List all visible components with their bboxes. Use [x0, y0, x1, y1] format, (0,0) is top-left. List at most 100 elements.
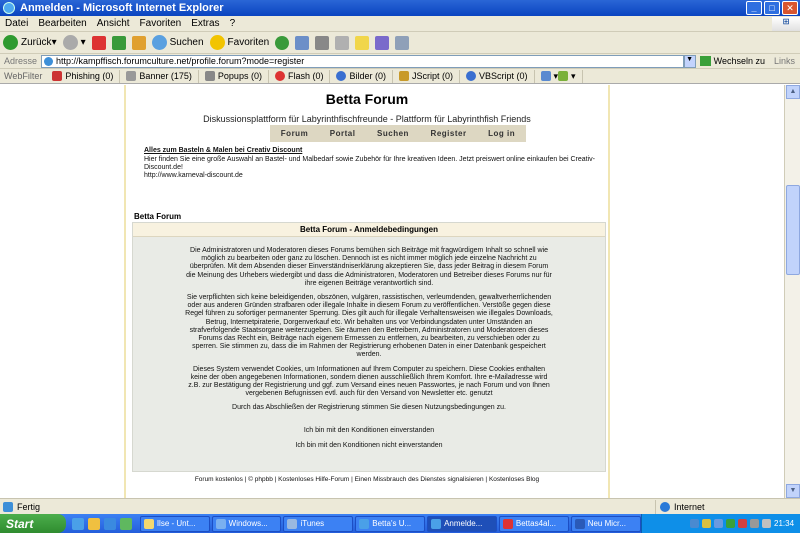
nav-portal[interactable]: Portal: [330, 129, 356, 138]
footer-link[interactable]: Einen Missbrauch des Dienstes signalisie…: [355, 476, 484, 483]
task-item-active[interactable]: Anmelde...: [427, 515, 497, 532]
vertical-scrollbar[interactable]: ▲ ▼: [784, 85, 800, 498]
research-icon[interactable]: [395, 35, 410, 50]
go-label: Wechseln zu: [713, 56, 765, 66]
links-button[interactable]: Links: [769, 56, 800, 66]
filter-jscript[interactable]: JScript (0): [393, 69, 460, 83]
favorites-button[interactable]: Favoriten: [207, 33, 273, 53]
go-button[interactable]: Wechseln zu: [696, 56, 769, 66]
ad-text: Hier finden Sie eine große Auswahl an Ba…: [144, 156, 595, 171]
messenger-icon[interactable]: [375, 35, 390, 50]
task-label: Windows...: [228, 519, 268, 528]
address-label: Adresse: [4, 56, 38, 66]
image-icon: [336, 71, 347, 81]
address-input[interactable]: http://kampffisch.forumculture.net/profi…: [41, 54, 684, 68]
tray-icon[interactable]: [714, 519, 724, 528]
ie-quick-icon[interactable]: [103, 517, 116, 530]
tray-icon[interactable]: [702, 519, 712, 528]
list-icon: [558, 71, 569, 81]
tray-icon[interactable]: [690, 519, 700, 528]
maximize-button[interactable]: □: [764, 1, 780, 15]
nav-login[interactable]: Log in: [488, 129, 515, 138]
agree-link[interactable]: Ich bin mit den Konditionen einverstande…: [133, 427, 605, 434]
ad-heading[interactable]: Alles zum Basteln & Malen bei Creativ Di…: [144, 147, 606, 155]
search-button[interactable]: Suchen: [149, 33, 207, 53]
edit-icon[interactable]: [335, 35, 350, 50]
footer-link[interactable]: Kostenloses Hilfe-Forum: [278, 476, 349, 483]
nav-register[interactable]: Register: [431, 129, 467, 138]
nav-forum[interactable]: Forum: [281, 129, 308, 138]
explorer-icon[interactable]: [87, 517, 100, 530]
back-arrow-icon: [3, 35, 18, 50]
scroll-down-icon[interactable]: ▼: [786, 484, 800, 498]
terms-title: Betta Forum - Anmeldebedingungen: [133, 223, 605, 237]
task-label: Betta's U...: [372, 519, 412, 528]
filter-vbscript[interactable]: VBScript (0): [460, 69, 535, 83]
script-icon: [398, 71, 409, 81]
media-icon[interactable]: [119, 517, 132, 530]
section-label[interactable]: Betta Forum: [134, 212, 181, 221]
task-item[interactable]: Windows...: [211, 515, 282, 532]
page-icon: [3, 501, 13, 512]
speaker-icon[interactable]: [750, 519, 760, 528]
nav-search[interactable]: Suchen: [377, 129, 409, 138]
itunes-icon: [287, 518, 298, 529]
favorites-label: Favoriten: [227, 37, 270, 48]
forward-button[interactable]: ▾: [60, 33, 89, 53]
home-icon[interactable]: [131, 35, 146, 50]
task-item[interactable]: Bettas4al...: [498, 515, 569, 532]
network-icon[interactable]: [762, 519, 772, 528]
desktop-icon[interactable]: [71, 517, 84, 530]
menu-ansicht[interactable]: Ansicht: [92, 18, 135, 29]
task-item[interactable]: iTunes: [283, 515, 354, 532]
filter-popups[interactable]: Popups (0): [199, 69, 269, 83]
menu-bearbeiten[interactable]: Bearbeiten: [33, 18, 91, 29]
filter-bilder[interactable]: Bilder (0): [330, 69, 393, 83]
discuss-icon[interactable]: [355, 35, 370, 50]
print-icon[interactable]: [315, 35, 330, 50]
history-icon[interactable]: [275, 35, 290, 50]
scroll-up-icon[interactable]: ▲: [786, 85, 800, 99]
filter-label: Banner (175): [139, 71, 192, 81]
footer-link[interactable]: Forum kostenlos: [195, 476, 243, 483]
footer-link[interactable]: © phpbb: [248, 476, 273, 483]
disagree-link[interactable]: Ich bin mit den Konditionen nicht einver…: [133, 442, 605, 449]
scroll-thumb[interactable]: [786, 185, 800, 275]
clock[interactable]: 21:34: [774, 519, 794, 528]
go-arrow-icon: [699, 56, 711, 66]
stop-icon[interactable]: [91, 35, 106, 50]
filter-settings[interactable]: ▾ ▾: [535, 69, 583, 83]
menu-extras[interactable]: Extras: [186, 18, 224, 29]
task-item[interactable]: Betta's U...: [355, 515, 426, 532]
filter-label: Phishing (0): [65, 71, 114, 81]
webfilter-bar: WebFilter Phishing (0) Banner (175) Popu…: [0, 69, 800, 84]
menu-favoriten[interactable]: Favoriten: [135, 18, 187, 29]
filter-phishing[interactable]: Phishing (0): [46, 69, 121, 83]
back-button[interactable]: Zurück ▾: [0, 33, 60, 53]
ad-url[interactable]: http://www.karneval-discount.de: [144, 172, 606, 180]
task-item[interactable]: Neu Micr...: [570, 515, 641, 532]
window-title: Anmelden - Microsoft Internet Explorer: [20, 2, 224, 14]
menu-help[interactable]: ?: [225, 18, 241, 29]
minimize-button[interactable]: _: [746, 1, 762, 15]
popup-icon: [204, 71, 215, 81]
filter-flash[interactable]: Flash (0): [269, 69, 331, 83]
ie-icon: [431, 518, 442, 529]
address-dropdown[interactable]: ▼: [683, 54, 696, 68]
task-item[interactable]: Ilse - Unt...: [139, 515, 210, 532]
mail-icon[interactable]: [295, 35, 310, 50]
footer-link[interactable]: Kostenloses Blog: [489, 476, 539, 483]
menu-datei[interactable]: Datei: [0, 18, 33, 29]
filter-banner[interactable]: Banner (175): [120, 69, 199, 83]
refresh-icon[interactable]: [111, 35, 126, 50]
address-bar: Adresse http://kampffisch.forumculture.n…: [0, 54, 800, 69]
tray-icon[interactable]: [726, 519, 736, 528]
terms-paragraph: Sie verpflichten sich keine beleidigende…: [185, 294, 553, 359]
close-button[interactable]: ✕: [782, 1, 798, 15]
terms-paragraph: Die Administratoren und Moderatoren dies…: [186, 247, 552, 287]
filter-label: VBScript (0): [479, 71, 528, 81]
tray-icon[interactable]: [738, 519, 748, 528]
zone-label: Internet: [674, 501, 705, 512]
start-button[interactable]: Start: [0, 514, 66, 533]
forum-title: Betta Forum: [325, 91, 409, 107]
